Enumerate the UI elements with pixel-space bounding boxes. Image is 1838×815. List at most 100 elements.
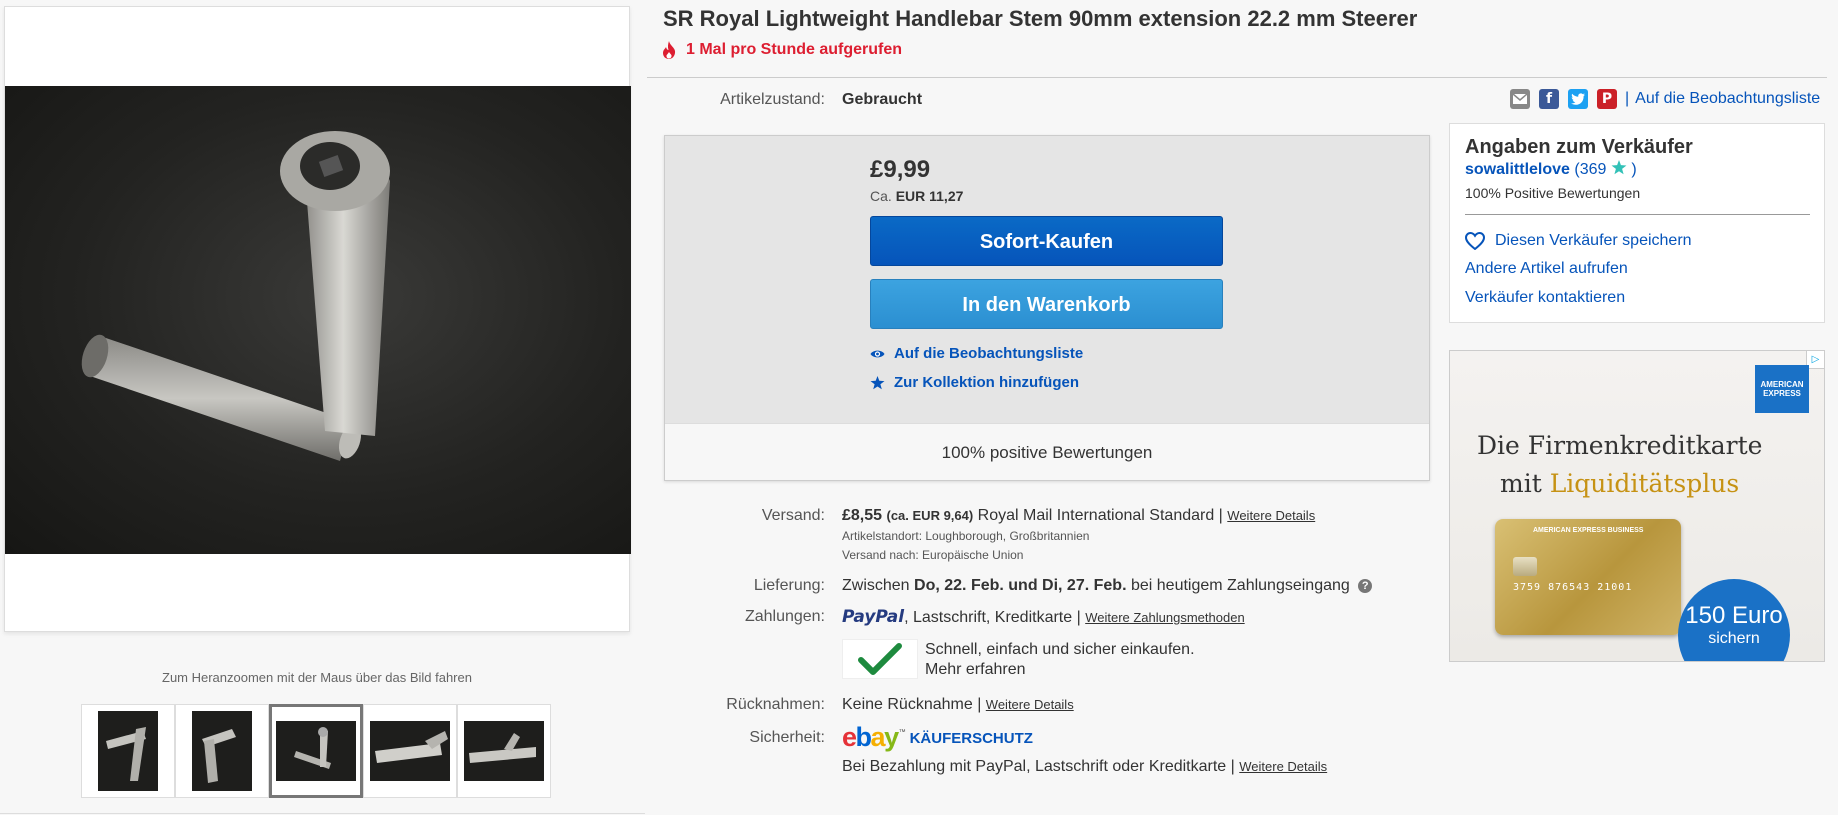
separator: |: [1625, 90, 1630, 107]
check-icon: [858, 643, 902, 675]
thumbnail-image: [294, 727, 331, 769]
thumbnail-image: [375, 731, 448, 763]
paypal-logo: PayPal: [842, 607, 905, 627]
heart-icon: [1465, 232, 1485, 250]
divider: [1465, 214, 1810, 215]
learn-more-link[interactable]: Mehr erfahren: [925, 661, 1026, 679]
divider: [647, 77, 1827, 78]
thumbnail-4[interactable]: [363, 704, 457, 798]
seller-name-link[interactable]: sowalittlelove: [1465, 161, 1570, 178]
payments-label: Zahlungen:: [744, 608, 825, 625]
delivery-line: Zwischen Do, 22. Feb. und Di, 27. Feb. b…: [842, 577, 1373, 595]
item-title: SR Royal Lightweight Handlebar Stem 90mm…: [663, 6, 1418, 31]
payments-line: PayPal, Lastschrift, Kreditkarte | Weite…: [842, 607, 1245, 627]
shipping-details-link[interactable]: Weitere Details: [1227, 508, 1315, 523]
returns-label: Rücknahmen:: [726, 696, 825, 713]
condition-label: Artikelzustand:: [720, 91, 825, 108]
ad-subheadline-prefix: mit: [1500, 469, 1542, 498]
card-brand-text: AMERICAN EXPRESS BUSINESS: [1533, 527, 1644, 534]
ebay-logo: ebay: [842, 722, 899, 752]
thumbnail-image: [202, 729, 236, 783]
pinterest-icon[interactable]: P: [1597, 89, 1617, 109]
returns-details-link[interactable]: Weitere Details: [986, 697, 1074, 712]
buy-box: £9,99 Ca. EUR 11,27 Sofort-Kaufen In den…: [664, 135, 1430, 481]
views-badge: 1 Mal pro Stunde aufgerufen: [661, 41, 902, 59]
ad-headline: Die Firmenkreditkarte: [1477, 431, 1763, 460]
approx-value: EUR 11,27: [895, 188, 964, 204]
main-product-photo[interactable]: [5, 86, 631, 554]
eye-icon: [870, 350, 885, 357]
advertisement-banner[interactable]: ▷ AMERICAN EXPRESS Die Firmenkreditkarte…: [1449, 350, 1825, 662]
twitter-icon[interactable]: [1568, 89, 1588, 109]
paypal-promo-text: Schnell, einfach und sicher einkaufen.: [925, 641, 1195, 658]
share-bar: f P | Auf die Beobachtungsliste: [1510, 89, 1820, 109]
zoom-hint: Zum Heranzoomen mit der Maus über das Bi…: [162, 670, 472, 685]
facebook-icon[interactable]: f: [1539, 89, 1559, 109]
watch-action[interactable]: Auf die Beobachtungsliste: [870, 345, 1083, 362]
collection-action[interactable]: Zur Kollektion hinzufügen: [870, 374, 1079, 391]
ad-subheadline-highlight: Liquiditätsplus: [1549, 469, 1740, 498]
star-icon: [870, 375, 885, 389]
amex-logo: AMERICAN EXPRESS: [1755, 365, 1809, 413]
more-payment-methods-link[interactable]: Weitere Zahlungsmethoden: [1085, 610, 1244, 625]
credit-card-image: AMERICAN EXPRESS BUSINESS 3759 876543 21…: [1495, 519, 1681, 635]
price: £9,99: [870, 156, 931, 183]
card-number: 3759 876543 21001: [1513, 582, 1633, 593]
returns-line: Keine Rücknahme | Weitere Details: [842, 696, 1074, 714]
contact-seller-link[interactable]: Verkäufer kontaktieren: [1465, 289, 1625, 307]
seller-score[interactable]: (369: [1574, 161, 1606, 178]
thumbnail-3[interactable]: [269, 704, 363, 798]
add-to-cart-button[interactable]: In den Warenkorb: [870, 279, 1223, 329]
approx-price: Ca. EUR 11,27: [870, 188, 963, 204]
thumbnail-image: [106, 727, 146, 781]
flame-icon: [663, 41, 676, 59]
seller-score-close: ): [1631, 161, 1637, 178]
shipping-line: £8,55 (ca. EUR 9,64) Royal Mail Internat…: [842, 507, 1315, 525]
ad-offer-amount: 150 Euro: [1685, 602, 1783, 629]
buyer-protection-label: KÄUFERSCHUTZ: [909, 730, 1033, 747]
seller-info-box: Angaben zum Verkäufer sowalittlelove (36…: [1449, 123, 1825, 323]
collection-action-label: Zur Kollektion hinzufügen: [894, 374, 1079, 391]
ad-offer-badge: 150 Euro sichern: [1678, 579, 1790, 661]
ad-subheadline: mit Liquiditätsplus: [1500, 469, 1739, 498]
buy-now-button[interactable]: Sofort-Kaufen: [870, 216, 1223, 266]
returns-value: Keine Rücknahme |: [842, 696, 982, 713]
delivery-dates: Do, 22. Feb. und Di, 27. Feb.: [914, 577, 1127, 594]
ebay-buyer-protection: ebay ™ KÄUFERSCHUTZ: [842, 722, 1033, 752]
security-label: Sicherheit:: [749, 729, 825, 746]
help-icon[interactable]: ?: [1358, 579, 1373, 593]
save-seller-link[interactable]: Diesen Verkäufer speichern: [1465, 232, 1692, 250]
main-image-frame[interactable]: [4, 6, 631, 632]
save-seller-label: Diesen Verkäufer speichern: [1495, 232, 1692, 249]
thumbnail-1[interactable]: [81, 704, 175, 798]
delivery-label: Lieferung:: [753, 577, 825, 594]
thumbnail-image: [469, 733, 536, 763]
ad-offer-word: sichern: [1708, 630, 1760, 647]
approx-prefix: Ca.: [870, 188, 892, 204]
watchlist-link[interactable]: Auf die Beobachtungsliste: [1635, 90, 1820, 108]
other-items-link[interactable]: Andere Artikel aufrufen: [1465, 260, 1628, 278]
divider: [0, 813, 645, 814]
thumbnail-5[interactable]: [457, 704, 551, 798]
watch-action-label: Auf die Beobachtungsliste: [894, 345, 1084, 362]
seller-name-line: sowalittlelove (369 ): [1465, 160, 1637, 179]
handlebar-stem-image: [81, 131, 390, 461]
delivery-prefix: Zwischen: [842, 577, 910, 594]
delivery-suffix: bei heutigem Zahlungseingang: [1130, 577, 1350, 594]
shipping-approx: (ca. EUR 9,64): [886, 508, 974, 523]
seller-positive-feedback: 100% Positive Bewertungen: [1465, 185, 1641, 201]
item-location: Artikelstandort: Loughborough, Großbrita…: [842, 529, 1090, 543]
security-details-link[interactable]: Weitere Details: [1239, 759, 1327, 774]
condition-value: Gebraucht: [842, 91, 923, 108]
feedback-banner: 100% positive Bewertungen: [665, 423, 1429, 480]
shipping-label: Versand:: [761, 507, 825, 524]
shipping-service: Royal Mail International Standard |: [977, 507, 1223, 524]
trademark-mark: ™: [898, 729, 906, 736]
star-icon: [1611, 160, 1627, 175]
email-icon[interactable]: [1510, 89, 1530, 109]
seller-heading: Angaben zum Verkäufer: [1465, 136, 1693, 158]
views-text: 1 Mal pro Stunde aufgerufen: [686, 41, 903, 58]
thumbnail-strip: [81, 704, 551, 798]
ships-to: Versand nach: Europäische Union: [842, 548, 1024, 562]
thumbnail-2[interactable]: [175, 704, 269, 798]
